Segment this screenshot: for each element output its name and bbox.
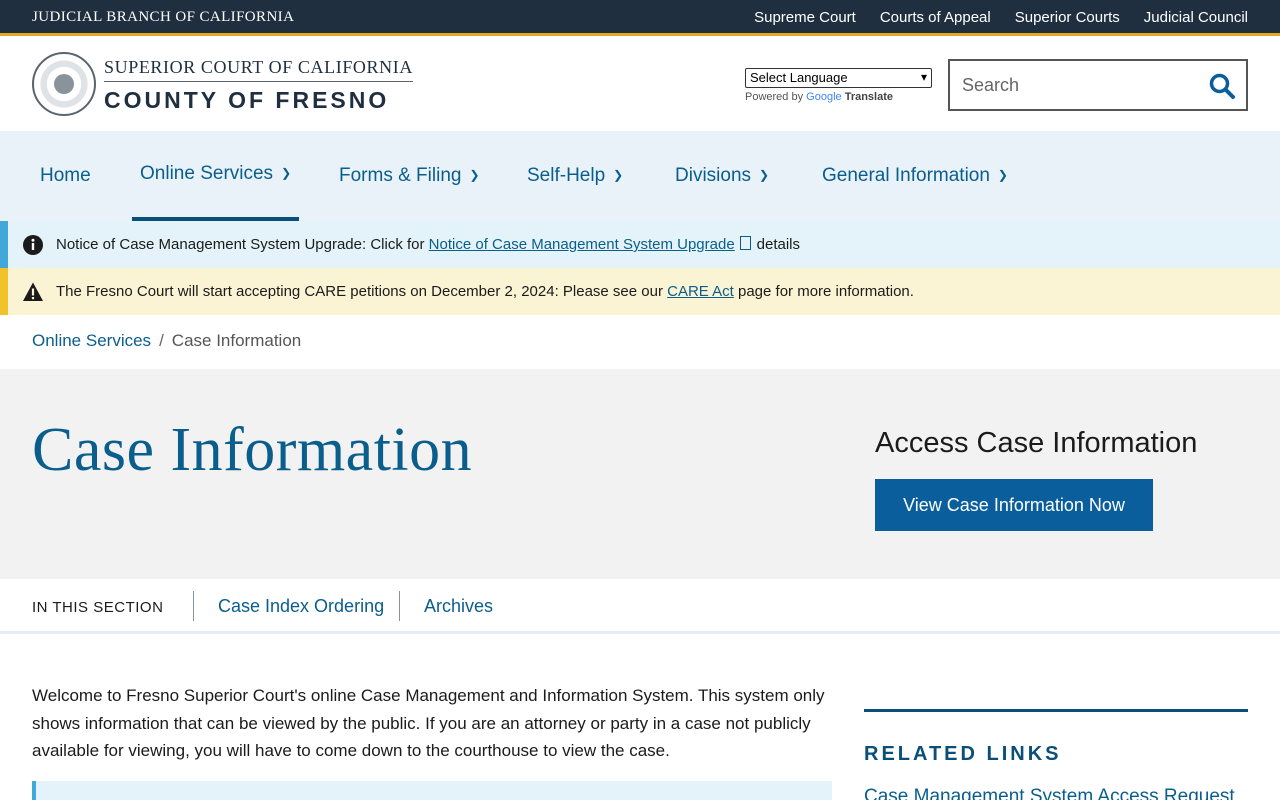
- case-management-notice-link[interactable]: Notice of Case Management System Upgrade: [429, 236, 735, 253]
- search-icon[interactable]: [1208, 72, 1236, 100]
- main-nav: Home Online Services ❯ Forms & Filing ❯ …: [0, 131, 1280, 221]
- in-this-section-bar: IN THIS SECTION Case Index Ordering Arch…: [0, 579, 1280, 634]
- info-icon: [23, 234, 43, 255]
- breadcrumb-separator: /: [159, 331, 164, 350]
- info-callout-box: [32, 781, 832, 800]
- logo-line-2[interactable]: COUNTY OF FRESNO: [104, 87, 389, 114]
- nav-item-home[interactable]: Home: [40, 131, 91, 221]
- top-link-courts-of-appeal[interactable]: Courts of Appeal: [880, 9, 991, 26]
- nav-general-information-label: General Information: [822, 165, 990, 186]
- nav-item-general-information[interactable]: General Information ❯: [822, 131, 1008, 221]
- section-divider: [399, 591, 400, 621]
- warning-alert-prefix: The Fresno Court will start accepting CA…: [56, 283, 663, 300]
- related-links-heading: RELATED LINKS: [864, 743, 1062, 765]
- intro-paragraph: Welcome to Fresno Superior Court's onlin…: [32, 686, 825, 760]
- nav-home-label: Home: [40, 165, 91, 186]
- info-alert: Notice of Case Management System Upgrade…: [0, 221, 1280, 268]
- nav-item-online-services[interactable]: Online Services ❯: [132, 131, 299, 221]
- section-divider: [193, 591, 194, 621]
- nav-forms-filing-label: Forms & Filing: [339, 165, 462, 186]
- in-this-section-label: IN THIS SECTION: [32, 599, 164, 616]
- section-link-archives[interactable]: Archives: [424, 596, 493, 617]
- nav-item-forms-filing[interactable]: Forms & Filing ❯: [339, 131, 480, 221]
- chevron-down-icon: ❯: [613, 168, 624, 182]
- nav-divisions-label: Divisions: [675, 165, 752, 186]
- nav-item-divisions[interactable]: Divisions ❯: [675, 131, 769, 221]
- chevron-down-icon: ❯: [281, 166, 292, 180]
- search-box: [948, 59, 1248, 111]
- powered-by-label: Powered by: [745, 91, 804, 103]
- warning-alert-text: The Fresno Court will start accepting CA…: [56, 283, 914, 300]
- site-header: SUPERIOR COURT OF CALIFORNIA COUNTY OF F…: [0, 39, 1280, 131]
- judicial-branch-label: JUDICIAL BRANCH OF CALIFORNIA: [32, 9, 295, 25]
- language-select[interactable]: Select Language: [745, 68, 932, 88]
- document-icon: [739, 236, 751, 250]
- info-alert-prefix: Notice of Case Management System Upgrade…: [56, 236, 425, 253]
- warning-alert: The Fresno Court will start accepting CA…: [0, 268, 1280, 315]
- nav-online-services-label: Online Services: [140, 163, 274, 184]
- logo-line-1[interactable]: SUPERIOR COURT OF CALIFORNIA: [104, 57, 413, 82]
- nav-self-help-label: Self-Help: [527, 165, 606, 186]
- top-utility-bar: JUDICIAL BRANCH OF CALIFORNIA Supreme Co…: [0, 0, 1280, 36]
- view-case-information-button[interactable]: View Case Information Now: [875, 479, 1153, 531]
- breadcrumb-online-services[interactable]: Online Services: [32, 331, 151, 350]
- top-links: Supreme Court Courts of Appeal Superior …: [754, 9, 1248, 26]
- related-link-cms-access-request[interactable]: Case Management System Access Request: [864, 786, 1235, 800]
- top-link-judicial-council[interactable]: Judicial Council: [1144, 9, 1248, 26]
- breadcrumb-current: Case Information: [171, 331, 302, 350]
- top-link-supreme-court[interactable]: Supreme Court: [754, 9, 856, 26]
- breadcrumb: Online Services / Case Information: [32, 331, 301, 351]
- info-alert-text: Notice of Case Management System Upgrade…: [56, 236, 800, 253]
- powered-by-google-translate[interactable]: Powered by Google Translate: [745, 91, 893, 103]
- top-link-superior-courts[interactable]: Superior Courts: [1015, 9, 1120, 26]
- page-hero: Case Information Access Case Information…: [0, 369, 1280, 579]
- chevron-down-icon: ❯: [469, 168, 480, 182]
- court-seal-logo[interactable]: [32, 52, 96, 116]
- warning-icon: [23, 282, 43, 301]
- warning-alert-suffix: page for more information.: [738, 283, 914, 300]
- section-link-case-index-ordering[interactable]: Case Index Ordering: [218, 596, 384, 617]
- access-case-information-heading: Access Case Information: [875, 427, 1198, 459]
- chevron-down-icon: ❯: [759, 168, 770, 182]
- chevron-down-icon: ❯: [997, 168, 1008, 182]
- page-title: Case Information: [32, 416, 473, 484]
- care-act-link[interactable]: CARE Act: [667, 283, 734, 300]
- info-alert-suffix: details: [756, 236, 801, 253]
- google-label: Google: [806, 91, 842, 103]
- related-links-rule: [864, 709, 1248, 712]
- translate-label: Translate: [844, 91, 894, 103]
- search-input[interactable]: [962, 73, 1192, 97]
- nav-item-self-help[interactable]: Self-Help ❯: [527, 131, 623, 221]
